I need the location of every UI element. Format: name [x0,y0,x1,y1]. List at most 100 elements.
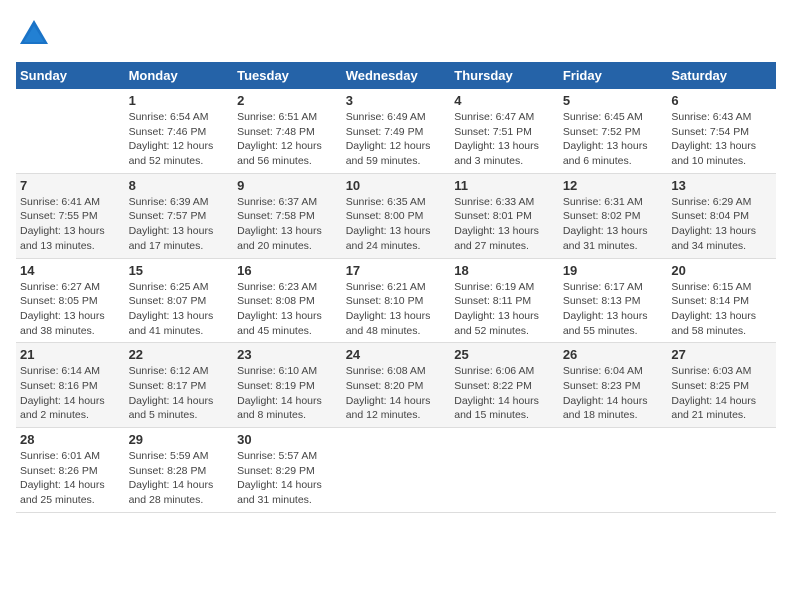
day-info: Sunrise: 6:12 AMSunset: 8:17 PMDaylight:… [129,364,230,423]
day-info: Sunrise: 6:31 AMSunset: 8:02 PMDaylight:… [563,195,664,254]
calendar-cell [450,428,559,513]
day-number: 13 [671,178,772,193]
calendar-cell [16,89,125,173]
day-number: 15 [129,263,230,278]
day-info: Sunrise: 6:19 AMSunset: 8:11 PMDaylight:… [454,280,555,339]
header-day-tuesday: Tuesday [233,62,342,89]
calendar-cell: 16Sunrise: 6:23 AMSunset: 8:08 PMDayligh… [233,258,342,343]
calendar-cell: 5 Sunrise: 6:45 AMSunset: 7:52 PMDaylight… [559,89,668,173]
day-number: 20 [671,263,772,278]
calendar-cell: 20Sunrise: 6:15 AMSunset: 8:14 PMDayligh… [667,258,776,343]
day-info: Sunrise: 6:51 AMSunset: 7:48 PMDaylight:… [237,110,338,169]
day-number: 27 [671,347,772,362]
day-info: Sunrise: 6:43 AMSunset: 7:54 PMDaylight:… [671,110,772,169]
day-number: 10 [346,178,447,193]
header-day-sunday: Sunday [16,62,125,89]
day-info: Sunrise: 6:41 AMSunset: 7:55 PMDaylight:… [20,195,121,254]
header-day-saturday: Saturday [667,62,776,89]
logo [16,16,56,52]
header-day-friday: Friday [559,62,668,89]
header-day-wednesday: Wednesday [342,62,451,89]
calendar-cell: 30 Sunrise: 5:57 AMSunset: 8:29 PMDayligh… [233,428,342,513]
calendar-cell: 6 Sunrise: 6:43 AMSunset: 7:54 PMDaylight… [667,89,776,173]
week-row-3: 14 Sunrise: 6:27 AMSunset: 8:05 PMDayligh… [16,258,776,343]
day-number: 8 [129,178,230,193]
calendar-cell: 9 Sunrise: 6:37 AMSunset: 7:58 PMDaylight… [233,173,342,258]
calendar-cell [667,428,776,513]
day-number: 23 [237,347,338,362]
calendar-cell: 7 Sunrise: 6:41 AMSunset: 7:55 PMDaylight… [16,173,125,258]
calendar-cell: 22 Sunrise: 6:12 AMSunset: 8:17 PMDayligh… [125,343,234,428]
calendar-cell: 1 Sunrise: 6:54 AMSunset: 7:46 PMDaylight… [125,89,234,173]
day-number: 19 [563,263,664,278]
day-number: 28 [20,432,121,447]
calendar-cell: 24 Sunrise: 6:08 AMSunset: 8:20 PMDayligh… [342,343,451,428]
day-number: 29 [129,432,230,447]
calendar-cell [559,428,668,513]
header-day-monday: Monday [125,62,234,89]
week-row-1: 1 Sunrise: 6:54 AMSunset: 7:46 PMDaylight… [16,89,776,173]
day-number: 3 [346,93,447,108]
calendar-cell: 13Sunrise: 6:29 AMSunset: 8:04 PMDayligh… [667,173,776,258]
day-info: Sunrise: 6:33 AMSunset: 8:01 PMDaylight:… [454,195,555,254]
calendar-cell: 26 Sunrise: 6:04 AMSunset: 8:23 PMDayligh… [559,343,668,428]
calendar-cell: 21Sunrise: 6:14 AMSunset: 8:16 PMDayligh… [16,343,125,428]
day-number: 18 [454,263,555,278]
day-number: 24 [346,347,447,362]
day-number: 9 [237,178,338,193]
calendar-cell: 12Sunrise: 6:31 AMSunset: 8:02 PMDayligh… [559,173,668,258]
day-number: 26 [563,347,664,362]
calendar-cell: 3 Sunrise: 6:49 AMSunset: 7:49 PMDaylight… [342,89,451,173]
day-number: 4 [454,93,555,108]
week-row-4: 21Sunrise: 6:14 AMSunset: 8:16 PMDayligh… [16,343,776,428]
header-day-thursday: Thursday [450,62,559,89]
calendar-cell: 19 Sunrise: 6:17 AMSunset: 8:13 PMDayligh… [559,258,668,343]
day-number: 6 [671,93,772,108]
day-number: 30 [237,432,338,447]
day-number: 5 [563,93,664,108]
week-row-2: 7 Sunrise: 6:41 AMSunset: 7:55 PMDaylight… [16,173,776,258]
calendar-cell: 4 Sunrise: 6:47 AMSunset: 7:51 PMDaylight… [450,89,559,173]
day-info: Sunrise: 6:35 AMSunset: 8:00 PMDaylight:… [346,195,447,254]
day-info: Sunrise: 6:49 AMSunset: 7:49 PMDaylight:… [346,110,447,169]
day-number: 7 [20,178,121,193]
day-info: Sunrise: 6:54 AMSunset: 7:46 PMDaylight:… [129,110,230,169]
day-info: Sunrise: 6:37 AMSunset: 7:58 PMDaylight:… [237,195,338,254]
calendar-cell: 15 Sunrise: 6:25 AMSunset: 8:07 PMDayligh… [125,258,234,343]
day-number: 25 [454,347,555,362]
day-info: Sunrise: 6:06 AMSunset: 8:22 PMDaylight:… [454,364,555,423]
calendar-cell: 23 Sunrise: 6:10 AMSunset: 8:19 PMDayligh… [233,343,342,428]
calendar-cell: 25 Sunrise: 6:06 AMSunset: 8:22 PMDayligh… [450,343,559,428]
day-info: Sunrise: 6:10 AMSunset: 8:19 PMDaylight:… [237,364,338,423]
day-info: Sunrise: 6:14 AMSunset: 8:16 PMDaylight:… [20,364,121,423]
day-number: 22 [129,347,230,362]
day-info: Sunrise: 6:27 AMSunset: 8:05 PMDaylight:… [20,280,121,339]
calendar-cell: 17Sunrise: 6:21 AMSunset: 8:10 PMDayligh… [342,258,451,343]
day-info: Sunrise: 6:21 AMSunset: 8:10 PMDaylight:… [346,280,447,339]
day-number: 2 [237,93,338,108]
day-number: 1 [129,93,230,108]
header [16,16,776,52]
day-info: Sunrise: 6:45 AMSunset: 7:52 PMDaylight:… [563,110,664,169]
day-info: Sunrise: 6:39 AMSunset: 7:57 PMDaylight:… [129,195,230,254]
calendar-cell: 8 Sunrise: 6:39 AMSunset: 7:57 PMDaylight… [125,173,234,258]
day-info: Sunrise: 5:57 AMSunset: 8:29 PMDaylight:… [237,449,338,508]
calendar-table: SundayMondayTuesdayWednesdayThursdayFrid… [16,62,776,513]
day-info: Sunrise: 6:03 AMSunset: 8:25 PMDaylight:… [671,364,772,423]
calendar-cell [342,428,451,513]
calendar-cell: 14 Sunrise: 6:27 AMSunset: 8:05 PMDayligh… [16,258,125,343]
day-number: 14 [20,263,121,278]
day-info: Sunrise: 6:23 AMSunset: 8:08 PMDaylight:… [237,280,338,339]
day-info: Sunrise: 6:04 AMSunset: 8:23 PMDaylight:… [563,364,664,423]
day-info: Sunrise: 6:01 AMSunset: 8:26 PMDaylight:… [20,449,121,508]
calendar-cell: 10 Sunrise: 6:35 AMSunset: 8:00 PMDayligh… [342,173,451,258]
day-info: Sunrise: 6:08 AMSunset: 8:20 PMDaylight:… [346,364,447,423]
calendar-cell: 18 Sunrise: 6:19 AMSunset: 8:11 PMDayligh… [450,258,559,343]
calendar-cell: 27 Sunrise: 6:03 AMSunset: 8:25 PMDayligh… [667,343,776,428]
day-info: Sunrise: 6:25 AMSunset: 8:07 PMDaylight:… [129,280,230,339]
week-row-5: 28 Sunrise: 6:01 AMSunset: 8:26 PMDayligh… [16,428,776,513]
logo-icon [16,16,52,52]
day-info: Sunrise: 6:17 AMSunset: 8:13 PMDaylight:… [563,280,664,339]
day-info: Sunrise: 5:59 AMSunset: 8:28 PMDaylight:… [129,449,230,508]
day-info: Sunrise: 6:47 AMSunset: 7:51 PMDaylight:… [454,110,555,169]
